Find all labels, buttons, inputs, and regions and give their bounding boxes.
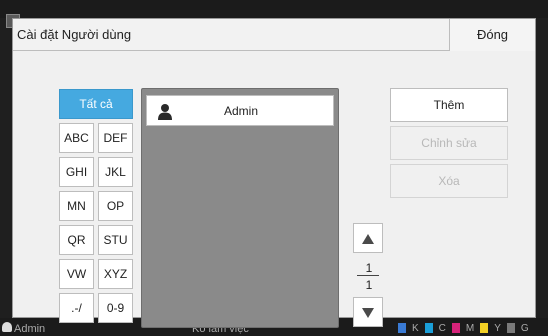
dialog-body: Tất cả ABC DEF GHI JKL MN OP QR STU VW X… [13,51,535,328]
filter-qr-button[interactable]: QR [59,225,94,255]
current-page: 1 [365,261,373,275]
total-pages: 1 [365,278,373,292]
filter-vw-button[interactable]: VW [59,259,94,289]
user-list[interactable]: Admin [141,88,339,328]
toner-swatch-c [424,323,433,333]
edit-button[interactable]: Chỉnh sửa [390,126,508,160]
toner-label-k: K [412,322,419,334]
arrow-up-icon [362,234,374,244]
status-user: Admin [14,323,46,335]
toner-swatch-y [480,323,489,333]
filter-all-button[interactable]: Tất cả [59,89,133,119]
page-divider [357,275,379,276]
list-item[interactable]: Admin [146,95,334,126]
toner-indicator: K C M Y G [398,321,529,335]
page-down-button[interactable] [353,297,383,327]
wrench-icon [398,323,406,333]
toner-label-m: M [465,322,475,334]
filter-stu-button[interactable]: STU [98,225,133,255]
toner-label-y: Y [494,322,501,334]
toner-swatch-m [451,323,460,333]
close-button[interactable]: Đóng [449,19,535,51]
toner-label-c: C [438,322,446,334]
filter-ghi-button[interactable]: GHI [59,157,94,187]
background-top-strip [0,0,548,18]
toner-swatch-g [506,323,515,333]
delete-button[interactable]: Xóa [390,164,508,198]
filter-op-button[interactable]: OP [98,191,133,221]
user-name: Admin [223,104,258,118]
user-settings-dialog: Cài đặt Người dùng Đóng Tất cả ABC DEF G… [12,18,536,328]
filter-xyz-button[interactable]: XYZ [98,259,133,289]
arrow-down-icon [362,308,374,318]
filter-mn-button[interactable]: MN [59,191,94,221]
dialog-title: Cài đặt Người dùng [17,27,132,42]
add-button[interactable]: Thêm [390,88,508,122]
user-icon [2,322,12,332]
page-up-button[interactable] [353,223,383,253]
filter-symbols-button[interactable]: .-/ [59,293,94,323]
filter-abc-button[interactable]: ABC [59,123,94,153]
filter-digits-button[interactable]: 0-9 [98,293,133,323]
filter-jkl-button[interactable]: JKL [98,157,133,187]
filter-def-button[interactable]: DEF [98,123,133,153]
toner-label-g: G [520,322,529,334]
dialog-titlebar: Cài đặt Người dùng Đóng [13,19,535,51]
